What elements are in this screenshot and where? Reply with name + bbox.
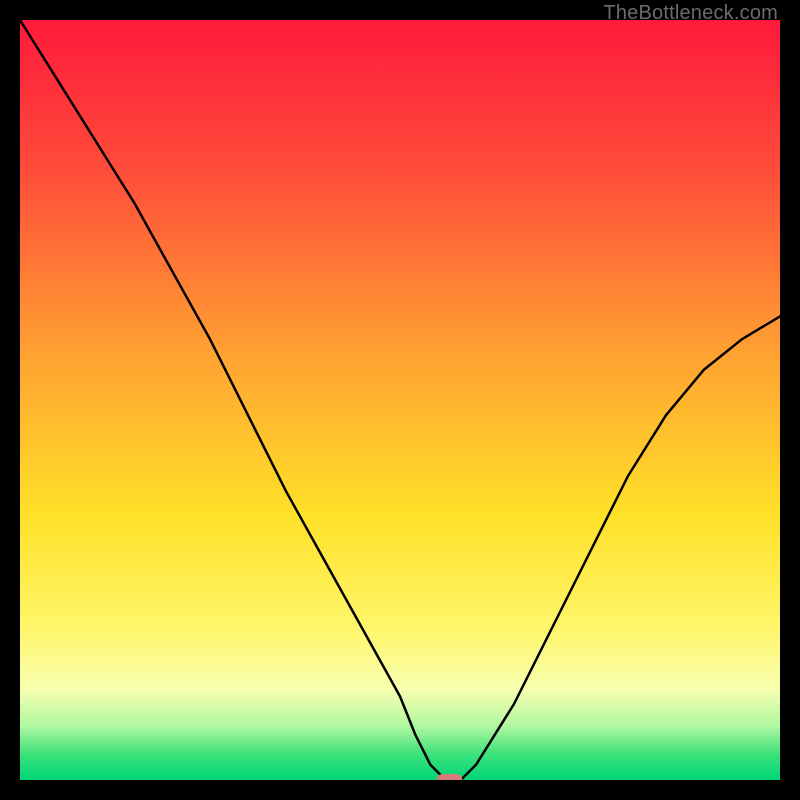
bottleneck-chart: [20, 20, 780, 780]
gradient-background: [20, 20, 780, 780]
plateau-marker: [436, 774, 462, 780]
watermark-text: TheBottleneck.com: [603, 2, 778, 25]
chart-frame: TheBottleneck.com: [0, 0, 800, 800]
